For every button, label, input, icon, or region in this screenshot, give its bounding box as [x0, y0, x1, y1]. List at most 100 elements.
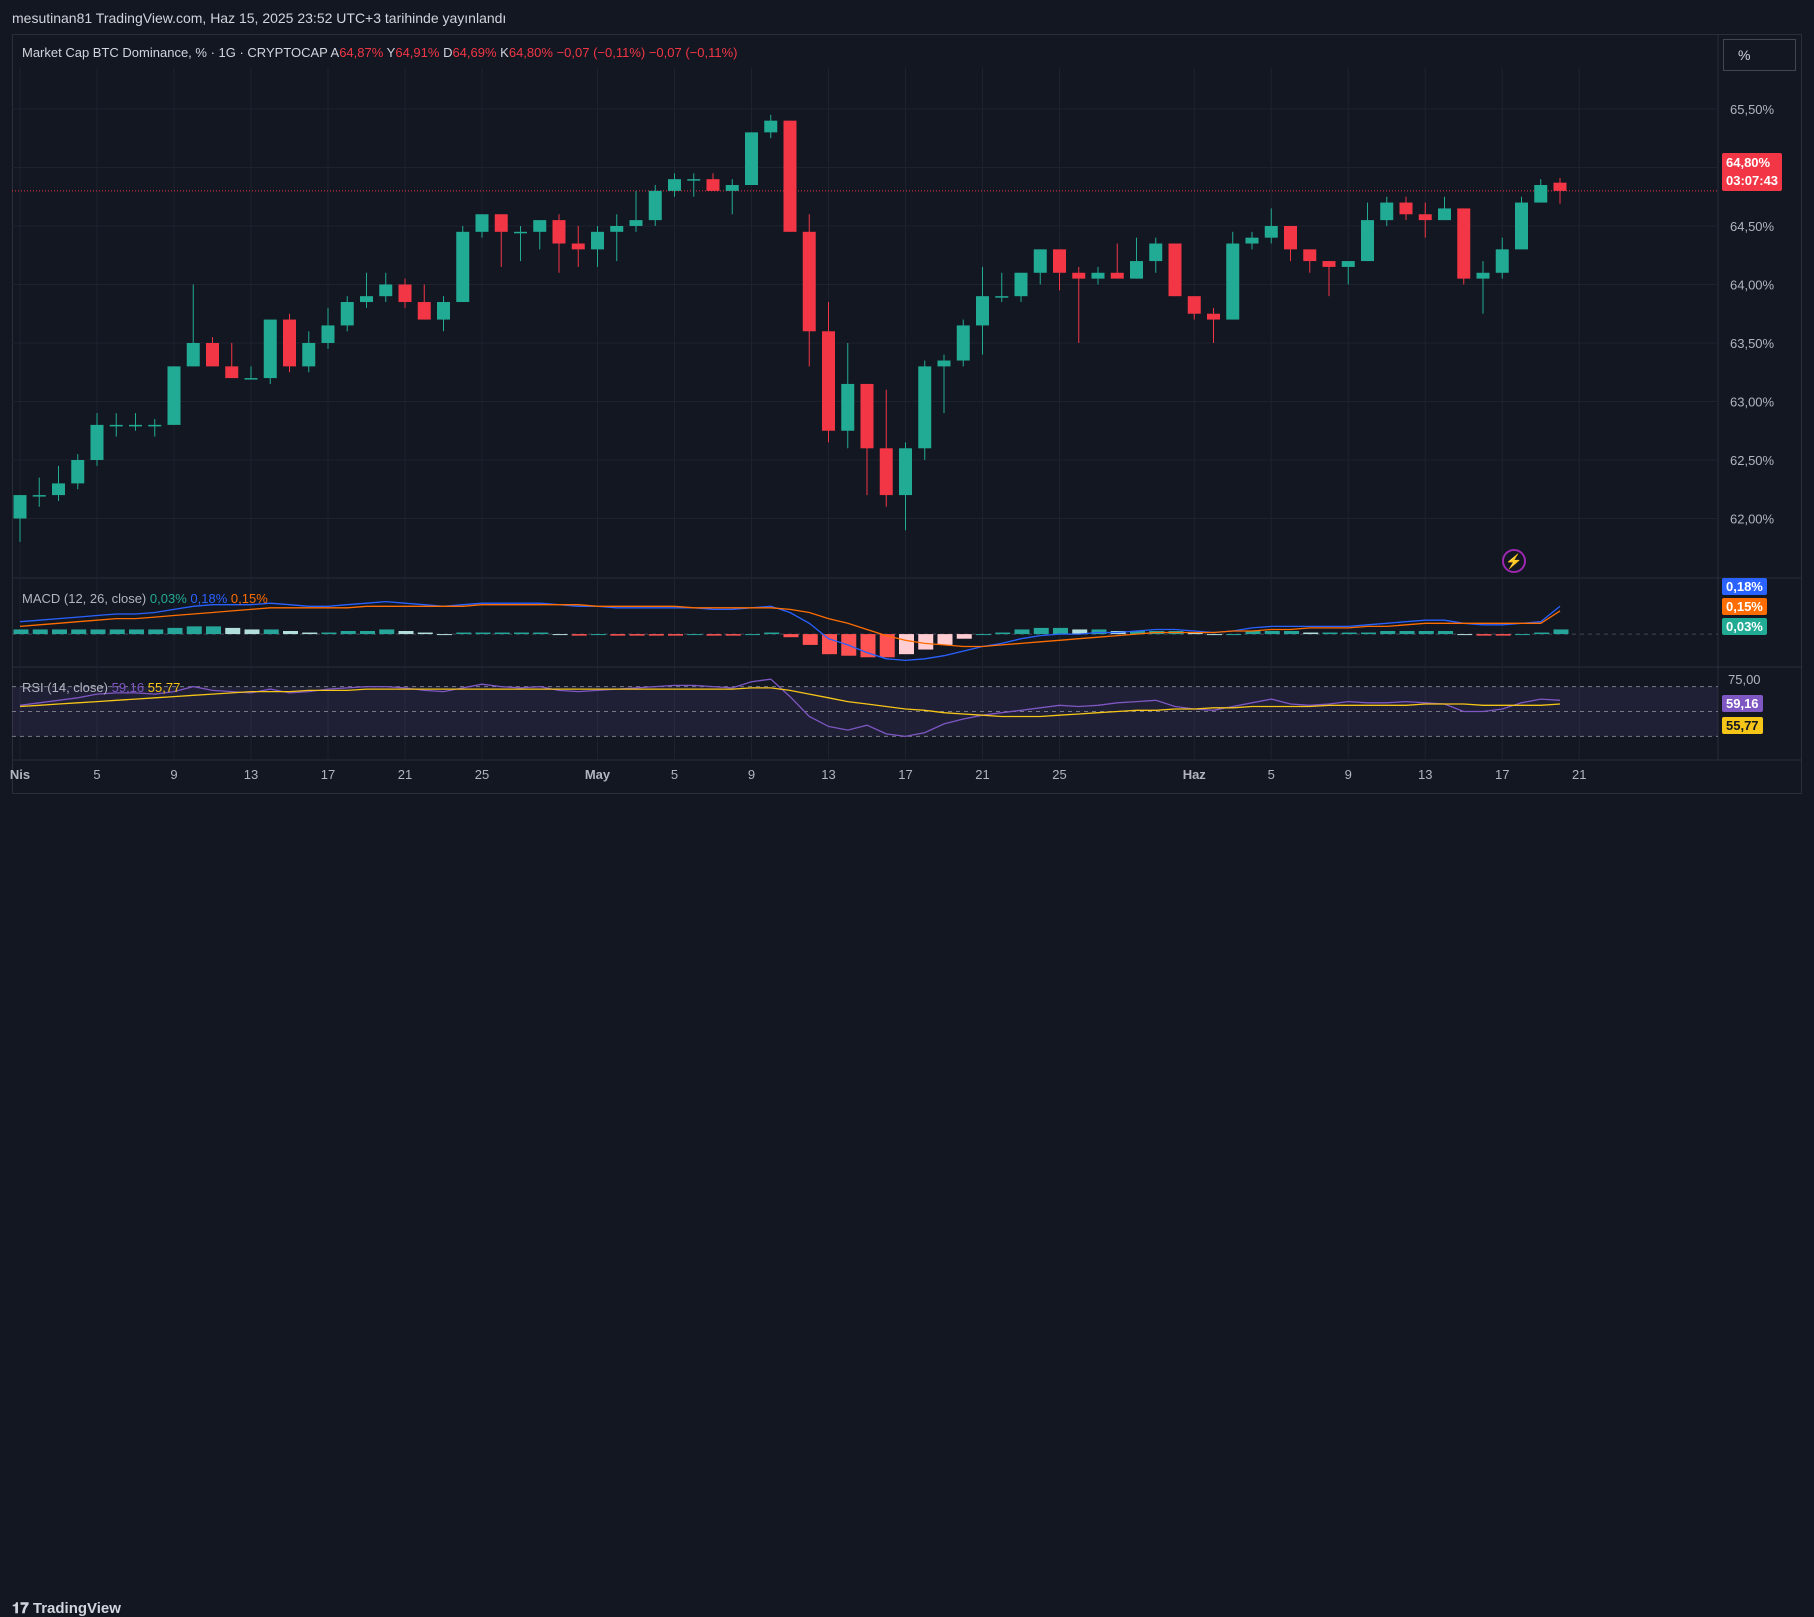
- candle-body: [629, 220, 643, 226]
- low-label: D64,69%: [443, 45, 496, 60]
- candle-body: [379, 284, 393, 297]
- candle-body: [706, 179, 720, 191]
- candle-body: [340, 302, 354, 326]
- macd-histogram-bar: [302, 632, 318, 635]
- macd-histogram-bar: [13, 629, 29, 635]
- candle-body: [437, 302, 450, 320]
- rsi-title[interactable]: RSI (14, close): [22, 680, 108, 695]
- macd-histogram-bar: [32, 629, 48, 635]
- candle-body: [571, 243, 585, 250]
- price-badge: 64,80% 03:07:43: [1722, 153, 1783, 191]
- percent-scale-button[interactable]: %: [1723, 39, 1796, 71]
- macd-histogram-bar: [629, 634, 645, 636]
- macd-histogram-bar: [321, 632, 337, 635]
- chart-svg[interactable]: 62,00%62,50%63,00%63,50%64,00%64,50%65,0…: [0, 0, 1814, 794]
- candle-body: [1091, 272, 1105, 279]
- y-tick-label: 62,50%: [1730, 453, 1775, 468]
- macd-histogram-bar: [1303, 632, 1319, 635]
- macd-histogram-bar: [1534, 632, 1550, 635]
- macd-title[interactable]: MACD (12, 26, close): [22, 591, 146, 606]
- rsi-ma-badge: 55,77: [1722, 717, 1763, 734]
- macd-histogram-bar: [437, 634, 452, 636]
- candle-body: [167, 366, 181, 425]
- x-tick-label: 25: [1052, 767, 1066, 782]
- candle-body: [186, 342, 200, 367]
- x-tick-label: Nis: [10, 767, 30, 782]
- main-legend: Market Cap BTC Dominance, % · 1G · CRYPT…: [22, 45, 738, 60]
- candle-body: [841, 383, 855, 431]
- y-tick-label: 63,00%: [1730, 394, 1775, 409]
- macd-histogram-bar: [167, 627, 183, 635]
- macd-histogram-bar: [687, 634, 703, 636]
- candle-body: [90, 424, 104, 460]
- candle-body: [360, 296, 373, 303]
- rsi-ma-value: 55,77: [147, 680, 181, 695]
- macd-histogram-bar: [648, 634, 664, 636]
- macd-histogram-bar: [514, 632, 529, 635]
- low-value: 64,69%: [452, 45, 497, 60]
- x-tick-label: 17: [898, 767, 912, 782]
- x-tick-label: 13: [1418, 767, 1432, 782]
- symbol-label[interactable]: Market Cap BTC Dominance, % · 1G · CRYPT…: [22, 45, 328, 60]
- candle-body: [1168, 243, 1182, 297]
- x-tick-label: 5: [1268, 767, 1275, 782]
- candle-body: [610, 225, 624, 232]
- candle-body: [1418, 214, 1432, 221]
- signal-badge: 0,15%: [1722, 598, 1767, 615]
- x-tick-label: 25: [475, 767, 489, 782]
- candle-body: [494, 214, 508, 232]
- macd-histogram-bar: [1053, 627, 1068, 635]
- change-label-2: −0,07 (−0,11%): [648, 45, 738, 60]
- candle-body: [918, 366, 932, 449]
- rsi-legend: RSI (14, close) 59,16 55,77: [22, 680, 180, 695]
- candle-body: [976, 296, 989, 326]
- candle-body: [899, 448, 912, 496]
- macd-histogram-bar: [899, 634, 914, 655]
- macd-histogram-bar: [417, 632, 433, 635]
- macd-histogram-bar: [976, 634, 991, 636]
- lightning-icon[interactable]: ⚡: [1502, 549, 1526, 573]
- open-letter: A: [330, 45, 340, 60]
- macd-line-value: 0,18%: [190, 591, 228, 606]
- change-label: −0,07 (−0,11%): [556, 45, 646, 60]
- macd-histogram-bar: [148, 629, 164, 635]
- candle-body: [783, 120, 797, 232]
- rsi-badge: 59,16: [1722, 695, 1763, 712]
- close-label: K64,80%: [500, 45, 553, 60]
- macd-histogram-bar: [379, 629, 395, 635]
- candle-body: [1226, 243, 1240, 320]
- x-tick-label: 9: [748, 767, 755, 782]
- candle-body: [1149, 243, 1163, 262]
- candle-body: [668, 179, 681, 191]
- candle-body: [879, 448, 893, 496]
- macd-histogram-bar: [764, 632, 780, 635]
- y-tick-label: 65,50%: [1730, 102, 1775, 117]
- tv-logo-icon: 𝟏𝟕: [12, 1600, 33, 1617]
- macd-histogram-bar: [591, 634, 606, 636]
- candle-body: [129, 424, 142, 427]
- candle-body: [937, 360, 951, 367]
- candle-body: [822, 331, 835, 431]
- candle-body: [1014, 272, 1028, 297]
- macd-histogram-bar: [90, 629, 106, 635]
- tradingview-logo[interactable]: 𝟏𝟕 TradingView: [12, 1600, 121, 1617]
- macd-histogram-bar: [1033, 627, 1049, 635]
- candle-body: [1303, 249, 1317, 262]
- candle-body: [1187, 296, 1201, 314]
- candle-body: [591, 231, 604, 250]
- macd-histogram-bar: [1322, 632, 1338, 635]
- macd-histogram-bar: [225, 627, 241, 635]
- candle-body: [398, 284, 412, 303]
- x-tick-label: 9: [170, 767, 177, 782]
- candle-body: [995, 296, 1009, 298]
- macd-histogram-bar: [109, 629, 125, 635]
- macd-histogram-bar: [1380, 631, 1396, 635]
- macd-histogram-bar: [860, 634, 876, 658]
- countdown-badge-value: 03:07:43: [1726, 173, 1779, 188]
- candle-body: [206, 342, 219, 367]
- macd-histogram-bar: [263, 629, 279, 635]
- candle-body: [1515, 202, 1528, 250]
- close-value: 64,80%: [508, 45, 553, 60]
- candle-body: [745, 132, 758, 186]
- footer: 𝟏𝟕 TradingView: [0, 794, 1814, 1617]
